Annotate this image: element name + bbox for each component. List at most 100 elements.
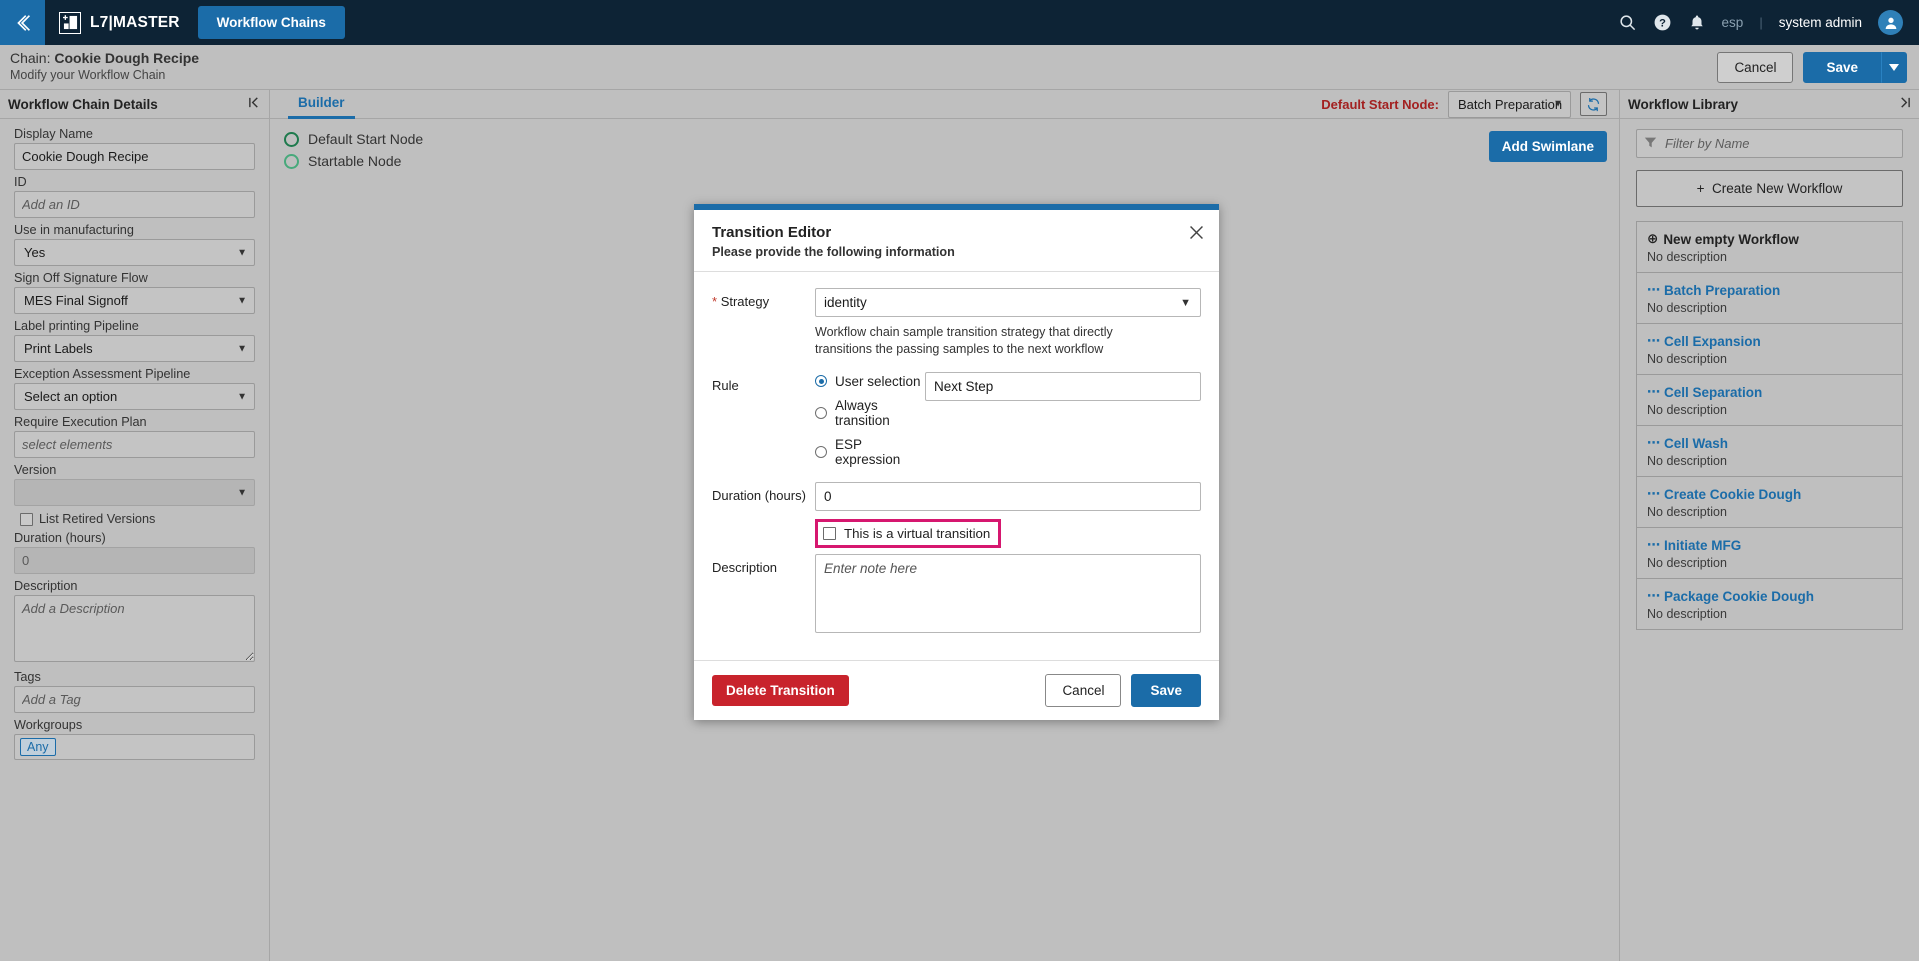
duration-label: Duration (hours) bbox=[712, 487, 806, 503]
list-retired-versions-row[interactable]: List Retired Versions bbox=[20, 512, 255, 526]
workflow-item-title: ⋯ Create Cookie Dough bbox=[1647, 486, 1892, 502]
rule-value-input[interactable] bbox=[925, 371, 1201, 401]
back-button[interactable] bbox=[0, 0, 45, 45]
description-textarea[interactable] bbox=[14, 595, 255, 662]
radio-user-selection[interactable]: User selection bbox=[815, 374, 925, 389]
require-execution-plan-input[interactable] bbox=[14, 431, 255, 458]
radio-button[interactable] bbox=[815, 445, 827, 458]
tab-builder[interactable]: Builder bbox=[288, 90, 355, 119]
field-label: Exception Assessment Pipeline bbox=[14, 367, 191, 381]
dialog-cancel-button[interactable]: Cancel bbox=[1045, 673, 1122, 707]
virtual-transition-checkbox[interactable] bbox=[823, 526, 836, 540]
add-swimlane-button[interactable]: Add Swimlane bbox=[1488, 131, 1607, 162]
virtual-transition-row[interactable]: This is a virtual transition bbox=[815, 518, 1002, 548]
field-label: Description bbox=[14, 579, 78, 593]
left-panel-header: Workflow Chain Details bbox=[0, 90, 269, 119]
filter-by-name-input[interactable] bbox=[1636, 129, 1903, 158]
field-exception-assessment-pipeline: Exception Assessment Pipeline Select an … bbox=[14, 367, 255, 410]
version-select[interactable] bbox=[14, 479, 255, 506]
workflow-item-title: ⋯ Batch Preparation bbox=[1647, 282, 1892, 298]
workflow-item-name: Create Cookie Dough bbox=[1664, 486, 1802, 502]
exception-assessment-pipeline-select[interactable]: Select an option bbox=[14, 383, 255, 410]
sign-off-signature-flow-select[interactable]: MES Final Signoff bbox=[14, 287, 255, 314]
svg-text:?: ? bbox=[1659, 17, 1666, 29]
workflow-item-name: Initiate MFG bbox=[1664, 537, 1742, 553]
use-in-manufacturing-select[interactable]: Yes bbox=[14, 239, 255, 266]
dialog-save-button[interactable]: Save bbox=[1131, 673, 1201, 707]
list-item[interactable]: ⋯ Cell Expansion No description bbox=[1637, 324, 1902, 375]
list-item[interactable]: ⋯ Package Cookie Dough No description bbox=[1637, 579, 1902, 630]
field-require-execution-plan: Require Execution Plan bbox=[14, 415, 255, 458]
required-asterisk: * bbox=[712, 294, 718, 309]
radio-label: User selection bbox=[835, 373, 921, 389]
radio-always-transition[interactable]: Always transition bbox=[815, 398, 925, 428]
save-button[interactable]: Save bbox=[1803, 51, 1881, 83]
notification-bell-icon[interactable] bbox=[1688, 14, 1706, 32]
virtual-transition-label: This is a virtual transition bbox=[844, 525, 991, 541]
workgroups-tagbox[interactable]: Any bbox=[14, 734, 255, 760]
create-new-workflow-button[interactable]: + Create New Workflow bbox=[1636, 170, 1903, 207]
workflow-item-desc: No description bbox=[1647, 250, 1727, 264]
user-avatar-icon[interactable] bbox=[1878, 10, 1903, 35]
user-name[interactable]: system admin bbox=[1779, 15, 1862, 30]
list-item[interactable]: ⋯ Cell Wash No description bbox=[1637, 426, 1902, 477]
label-printing-pipeline-select[interactable]: Print Labels bbox=[14, 335, 255, 362]
workflow-item-name: Package Cookie Dough bbox=[1664, 588, 1815, 604]
chevron-down-icon[interactable] bbox=[1881, 51, 1907, 83]
delete-transition-button[interactable]: Delete Transition bbox=[712, 674, 849, 706]
right-panel-header: Workflow Library bbox=[1620, 90, 1919, 119]
modal-description-control bbox=[815, 553, 1201, 636]
help-circle-icon[interactable]: ? bbox=[1653, 13, 1672, 32]
dots-icon: ⋯ bbox=[1647, 384, 1660, 399]
modal-description-textarea[interactable] bbox=[815, 553, 1201, 633]
default-start-node-group: Default Start Node: Batch Preparation ▼ bbox=[1321, 90, 1607, 118]
workflow-item-name: Batch Preparation bbox=[1664, 282, 1781, 298]
list-retired-versions-label: List Retired Versions bbox=[39, 512, 156, 526]
list-item[interactable]: ⋯ Create Cookie Dough No description bbox=[1637, 477, 1902, 528]
strategy-help-text: Workflow chain sample transition strateg… bbox=[815, 325, 1113, 356]
list-retired-versions-checkbox[interactable] bbox=[20, 512, 33, 526]
collapse-left-icon[interactable] bbox=[248, 96, 261, 112]
funnel-icon bbox=[1644, 136, 1657, 152]
field-label: Tags bbox=[14, 670, 41, 684]
field-display-name: Display Name bbox=[14, 127, 255, 170]
page-title-value: Cookie Dough Recipe bbox=[54, 50, 200, 67]
legend-label: Startable Node bbox=[308, 153, 402, 169]
nav-tab-workflow-chains[interactable]: Workflow Chains bbox=[197, 6, 345, 39]
dialog-body: * Strategy identity ▼ Workflow chain sam… bbox=[694, 272, 1219, 660]
id-input[interactable] bbox=[14, 191, 255, 218]
collapse-right-icon[interactable] bbox=[1898, 96, 1911, 112]
strategy-select[interactable]: identity bbox=[815, 288, 1201, 317]
duration-input[interactable] bbox=[815, 481, 1201, 511]
cancel-button[interactable]: Cancel bbox=[1717, 51, 1794, 83]
list-item[interactable]: ⊕ New empty Workflow No description bbox=[1637, 222, 1902, 273]
field-id: ID bbox=[14, 175, 255, 218]
default-start-node-select[interactable]: Batch Preparation bbox=[1448, 90, 1571, 118]
duration-hours-input[interactable] bbox=[14, 547, 255, 574]
tags-input[interactable] bbox=[14, 686, 255, 713]
field-description: Description bbox=[14, 579, 255, 665]
workflow-item-name: Cell Separation bbox=[1664, 384, 1763, 400]
top-navigation-bar: L7|MASTER Workflow Chains ? esp | system… bbox=[0, 0, 1919, 45]
dots-icon: ⋯ bbox=[1647, 333, 1660, 348]
workflow-item-name: Cell Expansion bbox=[1664, 333, 1761, 349]
search-icon[interactable] bbox=[1618, 13, 1637, 32]
plus-circle-icon: ⊕ bbox=[1647, 231, 1659, 246]
modal-description-label: Description bbox=[712, 559, 778, 575]
list-item[interactable]: ⋯ Initiate MFG No description bbox=[1637, 528, 1902, 579]
radio-button[interactable] bbox=[815, 375, 827, 388]
refresh-icon[interactable] bbox=[1580, 92, 1607, 116]
field-label: Use in manufacturing bbox=[14, 223, 134, 237]
close-icon[interactable] bbox=[1188, 224, 1205, 245]
display-name-input[interactable] bbox=[14, 143, 255, 170]
locale-esp-link[interactable]: esp bbox=[1722, 15, 1744, 30]
workflow-library-list: ⊕ New empty Workflow No description ⋯ Ba… bbox=[1636, 221, 1903, 630]
field-version: Version ▼ bbox=[14, 463, 255, 506]
list-item[interactable]: ⋯ Cell Separation No description bbox=[1637, 375, 1902, 426]
workgroup-chip[interactable]: Any bbox=[20, 738, 56, 756]
radio-button[interactable] bbox=[815, 406, 827, 419]
list-item[interactable]: ⋯ Batch Preparation No description bbox=[1637, 273, 1902, 324]
radio-esp-expression[interactable]: ESP expression bbox=[815, 437, 925, 467]
field-tags: Tags bbox=[14, 670, 255, 713]
right-panel-title: Workflow Library bbox=[1628, 96, 1739, 112]
